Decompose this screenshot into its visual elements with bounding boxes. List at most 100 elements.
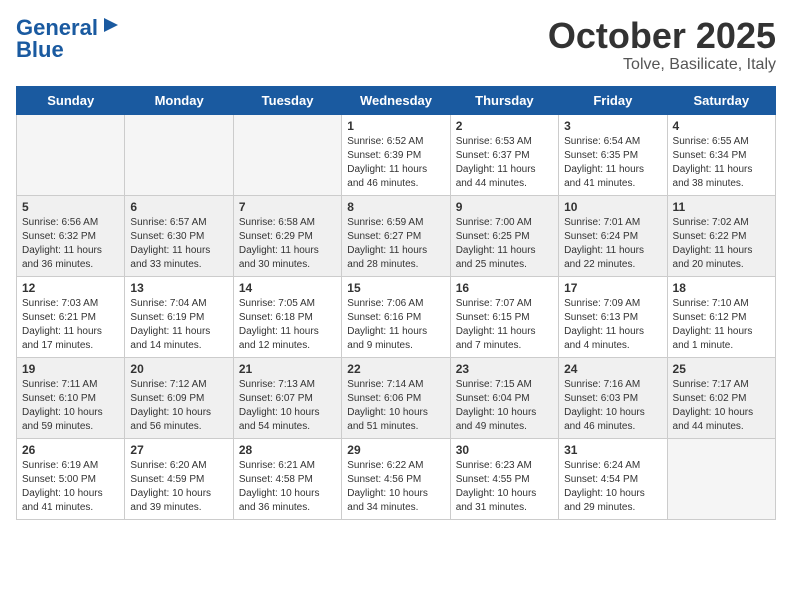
day-info: Sunrise: 6:24 AM Sunset: 4:54 PM Dayligh…: [564, 459, 661, 515]
calendar-day-header: Sunday: [17, 86, 125, 114]
title-block: October 2025 Tolve, Basilicate, Italy: [548, 16, 776, 74]
day-info: Sunrise: 7:11 AM Sunset: 6:10 PM Dayligh…: [22, 378, 119, 434]
calendar-day-cell: 4Sunrise: 6:55 AM Sunset: 6:34 PM Daylig…: [667, 114, 775, 195]
day-info: Sunrise: 7:14 AM Sunset: 6:06 PM Dayligh…: [347, 378, 444, 434]
day-number: 2: [456, 119, 553, 133]
calendar-day-cell: 7 Sunrise: 6:58 AM Sunset: 6:29 PM Daylig…: [233, 195, 341, 276]
calendar-day-cell: 26 Sunrise: 6:19 AM Sunset: 5:00 PM Dayli…: [17, 438, 125, 519]
day-number: 6: [130, 200, 227, 214]
calendar-day-cell: 3Sunrise: 6:54 AM Sunset: 6:35 PM Daylig…: [559, 114, 667, 195]
calendar-day-cell: 24 Sunrise: 7:16 AM Sunset: 6:03 PM Dayli…: [559, 357, 667, 438]
calendar-day-header: Monday: [125, 86, 233, 114]
day-number: 7: [239, 200, 336, 214]
logo-arrow-icon: [102, 16, 120, 39]
day-info: Sunrise: 6:57 AM Sunset: 6:30 PM Dayligh…: [130, 216, 227, 272]
calendar-day-cell: 23 Sunrise: 7:15 AM Sunset: 6:04 PM Dayli…: [450, 357, 558, 438]
day-number: 20: [130, 362, 227, 376]
calendar-day-cell: 31 Sunrise: 6:24 AM Sunset: 4:54 PM Dayli…: [559, 438, 667, 519]
day-number: 23: [456, 362, 553, 376]
day-number: 3: [564, 119, 661, 133]
day-info: Sunrise: 6:53 AM Sunset: 6:37 PM Dayligh…: [456, 135, 553, 191]
calendar-week-row: 1 Sunrise: 6:52 AM Sunset: 6:39 PM Daylig…: [17, 114, 776, 195]
calendar-week-row: 19 Sunrise: 7:11 AM Sunset: 6:10 PM Dayli…: [17, 357, 776, 438]
day-info: Sunrise: 6:21 AM Sunset: 4:58 PM Dayligh…: [239, 459, 336, 515]
month-title: October 2025: [548, 16, 776, 56]
day-number: 1: [347, 119, 444, 133]
calendar-day-cell: [17, 114, 125, 195]
day-number: 19: [22, 362, 119, 376]
calendar-week-row: 12Sunrise: 7:03 AM Sunset: 6:21 PM Dayli…: [17, 276, 776, 357]
calendar-day-cell: 14 Sunrise: 7:05 AM Sunset: 6:18 PM Dayli…: [233, 276, 341, 357]
calendar-day-cell: 27Sunrise: 6:20 AM Sunset: 4:59 PM Dayli…: [125, 438, 233, 519]
calendar-day-cell: 20Sunrise: 7:12 AM Sunset: 6:09 PM Dayli…: [125, 357, 233, 438]
day-number: 22: [347, 362, 444, 376]
calendar-day-cell: 6 Sunrise: 6:57 AM Sunset: 6:30 PM Daylig…: [125, 195, 233, 276]
day-info: Sunrise: 7:03 AM Sunset: 6:21 PM Dayligh…: [22, 297, 119, 353]
day-info: Sunrise: 6:56 AM Sunset: 6:32 PM Dayligh…: [22, 216, 119, 272]
day-info: Sunrise: 7:01 AM Sunset: 6:24 PM Dayligh…: [564, 216, 661, 272]
day-number: 4: [673, 119, 770, 133]
day-number: 26: [22, 443, 119, 457]
day-number: 29: [347, 443, 444, 457]
day-number: 24: [564, 362, 661, 376]
calendar-day-cell: 25Sunrise: 7:17 AM Sunset: 6:02 PM Dayli…: [667, 357, 775, 438]
day-info: Sunrise: 7:13 AM Sunset: 6:07 PM Dayligh…: [239, 378, 336, 434]
day-number: 9: [456, 200, 553, 214]
calendar-day-cell: 22 Sunrise: 7:14 AM Sunset: 6:06 PM Dayli…: [342, 357, 450, 438]
day-info: Sunrise: 7:09 AM Sunset: 6:13 PM Dayligh…: [564, 297, 661, 353]
calendar-day-cell: 21 Sunrise: 7:13 AM Sunset: 6:07 PM Dayli…: [233, 357, 341, 438]
calendar-day-cell: 5Sunrise: 6:56 AM Sunset: 6:32 PM Daylig…: [17, 195, 125, 276]
day-number: 8: [347, 200, 444, 214]
location-subtitle: Tolve, Basilicate, Italy: [548, 56, 776, 74]
day-info: Sunrise: 7:04 AM Sunset: 6:19 PM Dayligh…: [130, 297, 227, 353]
day-info: Sunrise: 7:07 AM Sunset: 6:15 PM Dayligh…: [456, 297, 553, 353]
calendar-day-cell: [667, 438, 775, 519]
day-info: Sunrise: 6:19 AM Sunset: 5:00 PM Dayligh…: [22, 459, 119, 515]
day-info: Sunrise: 6:59 AM Sunset: 6:27 PM Dayligh…: [347, 216, 444, 272]
day-number: 25: [673, 362, 770, 376]
day-info: Sunrise: 7:10 AM Sunset: 6:12 PM Dayligh…: [673, 297, 770, 353]
calendar-day-cell: 16Sunrise: 7:07 AM Sunset: 6:15 PM Dayli…: [450, 276, 558, 357]
day-number: 11: [673, 200, 770, 214]
calendar-day-cell: 29 Sunrise: 6:22 AM Sunset: 4:56 PM Dayli…: [342, 438, 450, 519]
calendar-week-row: 5Sunrise: 6:56 AM Sunset: 6:32 PM Daylig…: [17, 195, 776, 276]
calendar-day-cell: 10Sunrise: 7:01 AM Sunset: 6:24 PM Dayli…: [559, 195, 667, 276]
day-number: 18: [673, 281, 770, 295]
calendar-day-cell: 8 Sunrise: 6:59 AM Sunset: 6:27 PM Daylig…: [342, 195, 450, 276]
day-info: Sunrise: 6:52 AM Sunset: 6:39 PM Dayligh…: [347, 135, 444, 191]
logo: General Blue: [16, 16, 120, 61]
calendar-day-cell: 9 Sunrise: 7:00 AM Sunset: 6:25 PM Daylig…: [450, 195, 558, 276]
day-info: Sunrise: 7:00 AM Sunset: 6:25 PM Dayligh…: [456, 216, 553, 272]
calendar-day-cell: 18 Sunrise: 7:10 AM Sunset: 6:12 PM Dayli…: [667, 276, 775, 357]
day-number: 27: [130, 443, 227, 457]
calendar-day-header: Saturday: [667, 86, 775, 114]
calendar-day-cell: 13 Sunrise: 7:04 AM Sunset: 6:19 PM Dayli…: [125, 276, 233, 357]
calendar-day-header: Wednesday: [342, 86, 450, 114]
day-number: 14: [239, 281, 336, 295]
calendar-day-cell: 1 Sunrise: 6:52 AM Sunset: 6:39 PM Daylig…: [342, 114, 450, 195]
day-number: 28: [239, 443, 336, 457]
page-header: General Blue October 2025 Tolve, Basilic…: [16, 16, 776, 74]
calendar-day-cell: 30Sunrise: 6:23 AM Sunset: 4:55 PM Dayli…: [450, 438, 558, 519]
calendar-day-cell: 12Sunrise: 7:03 AM Sunset: 6:21 PM Dayli…: [17, 276, 125, 357]
calendar-day-cell: 11Sunrise: 7:02 AM Sunset: 6:22 PM Dayli…: [667, 195, 775, 276]
calendar-day-cell: 17 Sunrise: 7:09 AM Sunset: 6:13 PM Dayli…: [559, 276, 667, 357]
calendar-day-cell: [233, 114, 341, 195]
day-info: Sunrise: 7:16 AM Sunset: 6:03 PM Dayligh…: [564, 378, 661, 434]
day-info: Sunrise: 7:15 AM Sunset: 6:04 PM Dayligh…: [456, 378, 553, 434]
calendar-day-header: Thursday: [450, 86, 558, 114]
logo-text-blue: Blue: [16, 39, 64, 61]
day-info: Sunrise: 6:23 AM Sunset: 4:55 PM Dayligh…: [456, 459, 553, 515]
day-info: Sunrise: 6:58 AM Sunset: 6:29 PM Dayligh…: [239, 216, 336, 272]
day-number: 13: [130, 281, 227, 295]
calendar-day-cell: 28 Sunrise: 6:21 AM Sunset: 4:58 PM Dayli…: [233, 438, 341, 519]
calendar-day-cell: 19 Sunrise: 7:11 AM Sunset: 6:10 PM Dayli…: [17, 357, 125, 438]
calendar-day-cell: [125, 114, 233, 195]
day-number: 17: [564, 281, 661, 295]
calendar-day-header: Tuesday: [233, 86, 341, 114]
day-info: Sunrise: 6:22 AM Sunset: 4:56 PM Dayligh…: [347, 459, 444, 515]
day-info: Sunrise: 7:06 AM Sunset: 6:16 PM Dayligh…: [347, 297, 444, 353]
day-number: 21: [239, 362, 336, 376]
day-info: Sunrise: 7:05 AM Sunset: 6:18 PM Dayligh…: [239, 297, 336, 353]
day-number: 31: [564, 443, 661, 457]
